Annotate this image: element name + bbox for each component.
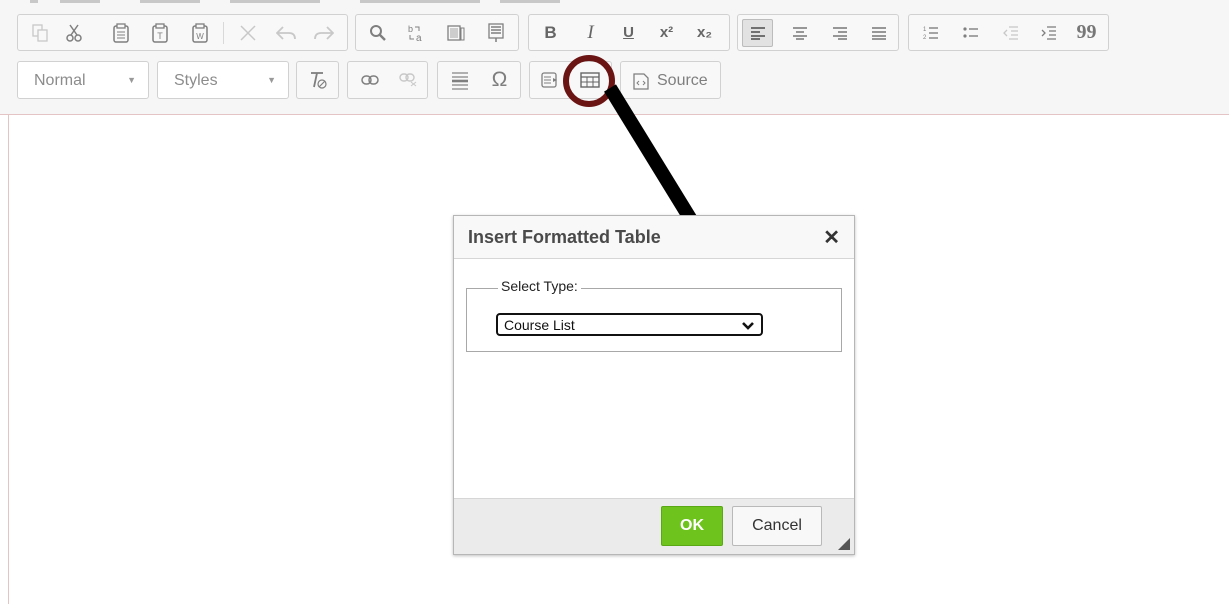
chevron-down-icon	[741, 318, 755, 334]
dialog-footer: OK Cancel	[454, 498, 854, 554]
close-icon[interactable]: ✕	[823, 225, 840, 250]
select-type-legend: Select Type:	[498, 278, 581, 294]
cancel-button[interactable]: Cancel	[732, 506, 822, 546]
select-type-fieldset: Select Type: Course List	[466, 278, 842, 352]
resize-handle-icon[interactable]	[838, 538, 850, 550]
table-type-select-value: Course List	[504, 317, 575, 333]
insert-table-dialog: Insert Formatted Table ✕ Select Type: Co…	[453, 215, 855, 555]
ok-button[interactable]: OK	[661, 506, 723, 546]
table-type-select[interactable]: Course List	[496, 313, 763, 336]
dialog-title: Insert Formatted Table	[468, 227, 661, 247]
dialog-title-bar[interactable]: Insert Formatted Table ✕	[454, 216, 854, 259]
